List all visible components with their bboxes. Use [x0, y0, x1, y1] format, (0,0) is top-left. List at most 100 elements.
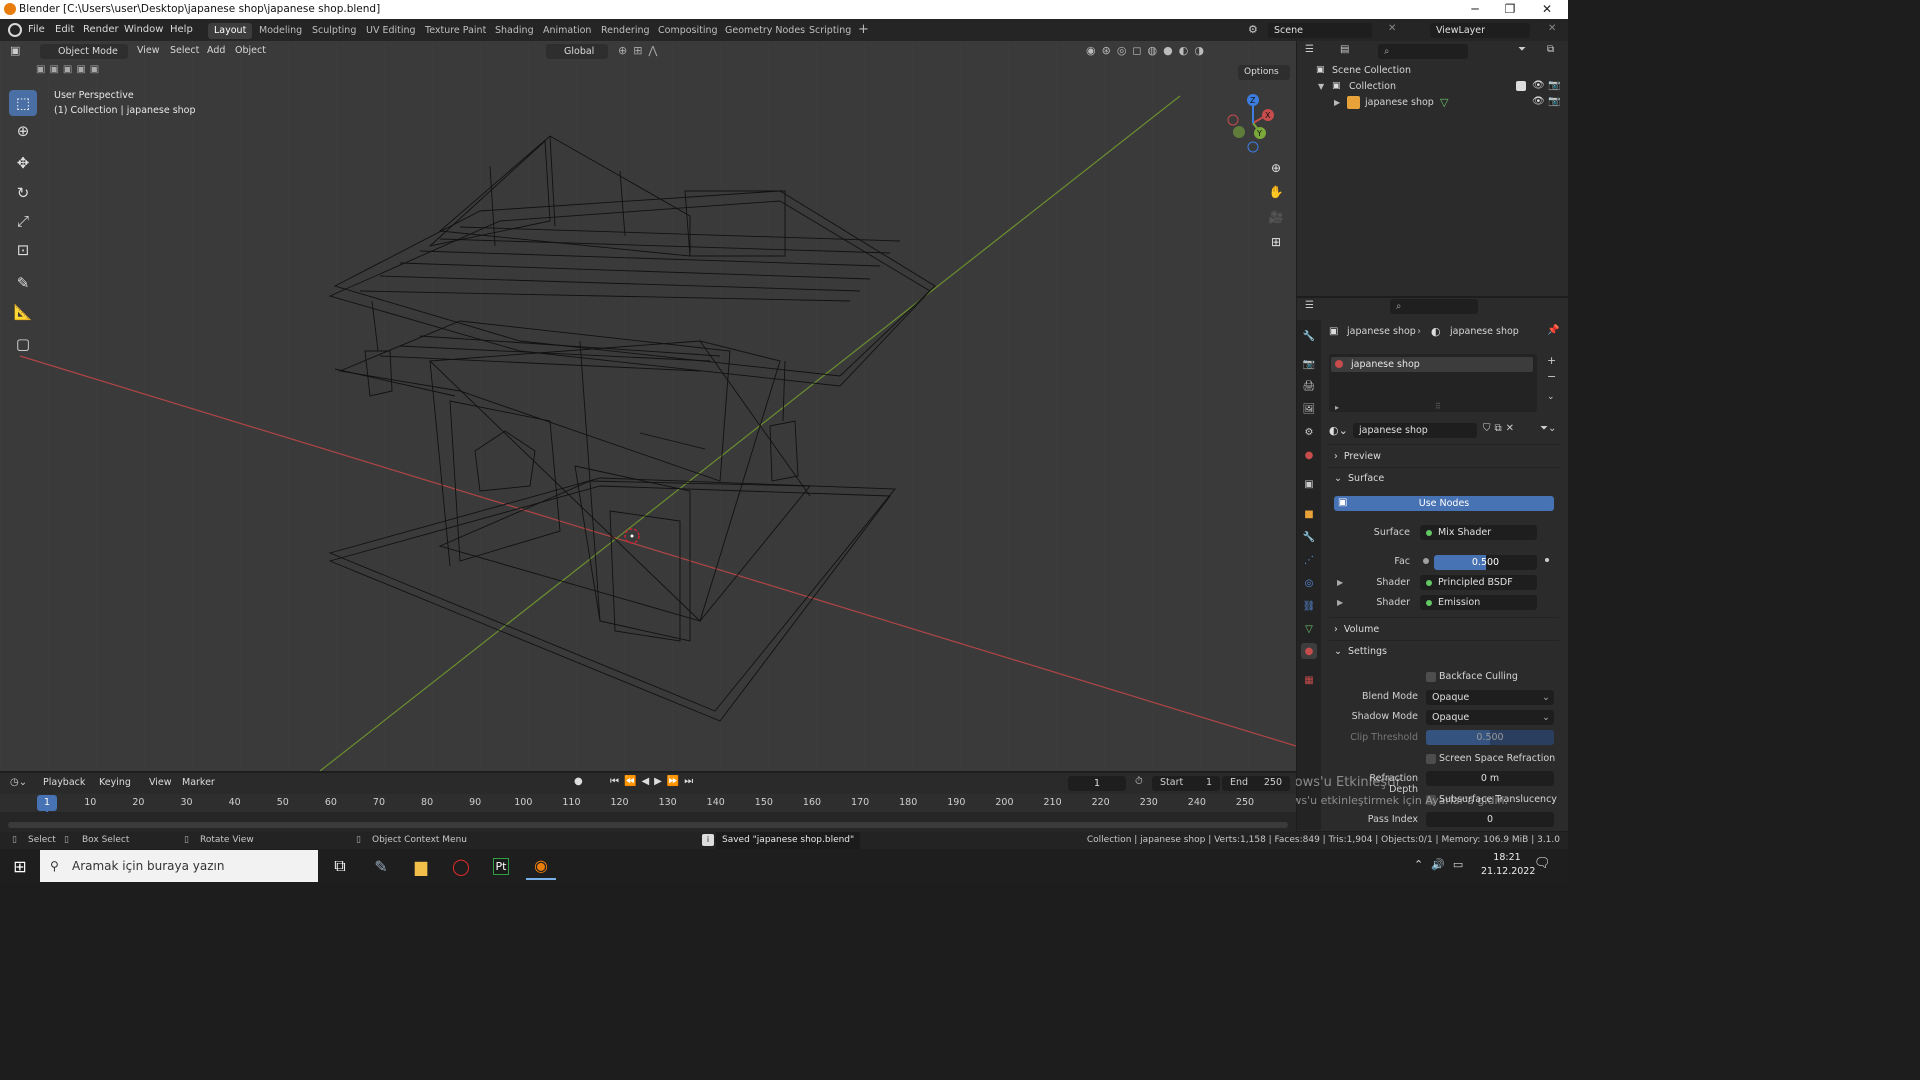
tab-shading[interactable]: Shading — [489, 23, 540, 39]
viewlayer-selector[interactable]: ViewLayer — [1430, 23, 1530, 38]
modifier-tab-icon[interactable]: 🔧 — [1301, 529, 1317, 545]
options-dropdown[interactable]: Options — [1238, 65, 1290, 80]
viewport-menu-view[interactable]: View — [137, 41, 160, 61]
material-slot-name[interactable]: japanese shop — [1351, 359, 1420, 370]
timeline-menu-keying[interactable]: Keying — [99, 777, 131, 788]
current-frame-field[interactable]: 1 — [1068, 776, 1126, 791]
texture-tab-icon[interactable]: ▦ — [1301, 672, 1317, 688]
timeline-menu-playback[interactable]: Playback — [43, 777, 85, 788]
tab-geometry-nodes[interactable]: Geometry Nodes — [719, 23, 811, 39]
object-tab-icon[interactable]: ■ — [1301, 506, 1317, 522]
zoom-icon[interactable]: ⊕ — [1265, 157, 1287, 179]
properties-search-input[interactable]: ⌕ — [1390, 299, 1478, 314]
outliner-search-input[interactable]: ⌕ — [1378, 44, 1468, 59]
preview-section-header[interactable]: › Preview — [1334, 451, 1381, 462]
refraction-depth-field[interactable]: 0 m — [1426, 771, 1554, 786]
tab-uv-editing[interactable]: UV Editing — [360, 23, 422, 39]
timeline-editor-icon[interactable]: ◷⌄ — [10, 777, 27, 788]
world-tab-icon[interactable]: ● — [1301, 447, 1317, 463]
scene-tab-icon[interactable]: ⚙ — [1301, 424, 1317, 440]
maximize-button[interactable]: ❐ — [1493, 0, 1527, 19]
use-nodes-button[interactable]: Use Nodes — [1334, 496, 1554, 511]
viewport-menu-select[interactable]: Select — [170, 41, 199, 61]
taskbar-search[interactable]: ⚲ Aramak için buraya yazın — [40, 850, 318, 882]
object-expand-icon[interactable]: ▶ — [1334, 98, 1340, 107]
viewport-menu-add[interactable]: Add — [207, 41, 225, 61]
file-explorer-icon[interactable]: ▆ — [406, 852, 436, 880]
data-tab-icon[interactable]: ▽ — [1301, 621, 1317, 637]
scale-tool-icon[interactable]: ⤢ — [9, 208, 37, 234]
menu-render[interactable]: Render — [83, 19, 119, 41]
menu-window[interactable]: Window — [124, 19, 163, 41]
shadow-mode-dropdown[interactable]: Opaque ⌄ — [1426, 710, 1554, 725]
render-tab-icon[interactable]: 📷 — [1301, 356, 1317, 372]
scene-selector[interactable]: Scene — [1268, 23, 1372, 38]
material-name-field[interactable]: japanese shop — [1353, 423, 1477, 438]
shader2-field[interactable]: Emission — [1420, 595, 1537, 610]
tab-texture-paint[interactable]: Texture Paint — [419, 23, 492, 39]
3d-viewport[interactable] — [0, 41, 1296, 771]
pin-icon[interactable]: 📌 — [1547, 325, 1559, 336]
tab-sculpting[interactable]: Sculpting — [306, 23, 362, 39]
notifications-icon[interactable]: 🗨 — [1534, 856, 1551, 871]
measure-tool-icon[interactable]: 📐 — [9, 299, 37, 325]
rotate-tool-icon[interactable]: ↻ — [9, 180, 37, 206]
fac-keyframe-icon[interactable] — [1545, 558, 1549, 562]
filter-icon[interactable]: ⏷ — [1518, 44, 1526, 55]
material-browse-icon[interactable]: ◐⌄ — [1329, 424, 1348, 437]
viewport-shading-icons[interactable]: ◉⊛◎◻◍●◐◑ — [1086, 44, 1286, 59]
task-view-icon[interactable]: ⧉ — [325, 852, 355, 880]
windows-start-icon[interactable]: ⊞ — [5, 852, 35, 880]
material-link-icon[interactable]: ⏷⌄ — [1540, 423, 1556, 434]
outliner-object[interactable]: japanese shop — [1365, 97, 1434, 108]
playback-controls-icons[interactable]: ⏮⏪◀▶⏩⏭ — [610, 776, 698, 787]
outliner-editor-icon[interactable]: ☰ — [1305, 44, 1314, 55]
fac-slider[interactable]: 0.500 — [1434, 555, 1537, 570]
blender-menu-icon[interactable] — [8, 23, 22, 37]
remove-slot-icon[interactable]: − — [1547, 370, 1556, 383]
pycharm-icon[interactable]: Pt — [486, 852, 516, 880]
minimize-button[interactable]: ─ — [1458, 0, 1492, 19]
volume-section-header[interactable]: › Volume — [1334, 624, 1379, 635]
tool-tab-icon[interactable]: 🔧 — [1301, 328, 1317, 344]
slot-specials-icon[interactable]: ⌄ — [1547, 392, 1555, 402]
close-button[interactable]: ✕ — [1530, 0, 1564, 19]
menu-help[interactable]: Help — [170, 19, 193, 41]
surface-shader-field[interactable]: Mix Shader — [1420, 525, 1537, 540]
timeline-scrollbar[interactable] — [8, 822, 1288, 828]
backface-culling-checkbox[interactable] — [1426, 672, 1436, 682]
tab-modeling[interactable]: Modeling — [253, 23, 308, 39]
display-mode-icon[interactable]: ▤ — [1340, 44, 1349, 55]
output-tab-icon[interactable]: 🖨 — [1301, 378, 1317, 394]
blender-taskbar-icon[interactable]: ◉ — [526, 852, 556, 880]
surface-section-header[interactable]: ⌄ Surface — [1334, 473, 1384, 484]
start-frame-field[interactable]: Start 1 — [1152, 776, 1220, 791]
physics-tab-icon[interactable]: ◎ — [1301, 575, 1317, 591]
move-tool-icon[interactable]: ✥ — [9, 150, 37, 176]
scene-close-icon[interactable]: ✕ — [1388, 23, 1396, 34]
outliner-scene-collection[interactable]: Scene Collection — [1332, 65, 1411, 76]
tab-animation[interactable]: Animation — [537, 23, 597, 39]
transform-orientation-dropdown[interactable]: Global — [546, 44, 608, 59]
object-mode-dropdown[interactable]: Object Mode — [40, 44, 128, 59]
end-frame-field[interactable]: End 250 — [1222, 776, 1290, 791]
material-tab-icon[interactable]: ● — [1301, 643, 1317, 659]
editor-type-icon[interactable]: ▣ — [10, 44, 32, 58]
outliner-collection[interactable]: Collection — [1349, 81, 1396, 92]
new-collection-icon[interactable]: ⧉ — [1547, 44, 1554, 55]
navigation-gizmo[interactable]: X Y Z — [1220, 88, 1290, 158]
transform-tool-icon[interactable]: ⊡ — [9, 237, 37, 263]
add-cube-tool-icon[interactable]: ▢ — [9, 331, 37, 357]
camera-view-icon[interactable]: 🎥 — [1265, 206, 1287, 228]
cursor-tool-icon[interactable]: ⊕ — [9, 118, 37, 144]
visibility-eye-icon[interactable]: 👁 — [1532, 80, 1545, 91]
tab-layout[interactable]: Layout — [208, 23, 253, 39]
pinned-app-icon[interactable]: ✎ — [366, 852, 396, 880]
add-workspace-icon[interactable]: + — [858, 22, 869, 37]
viewlayer-close-icon[interactable]: ✕ — [1548, 23, 1556, 34]
object-visibility-eye-icon[interactable]: 👁 — [1532, 96, 1545, 107]
screen-space-refraction-checkbox[interactable] — [1426, 754, 1436, 764]
viewport-menu-object[interactable]: Object — [235, 41, 266, 61]
shader1-field[interactable]: Principled BSDF — [1420, 575, 1537, 590]
tab-scripting[interactable]: Scripting — [803, 23, 857, 39]
